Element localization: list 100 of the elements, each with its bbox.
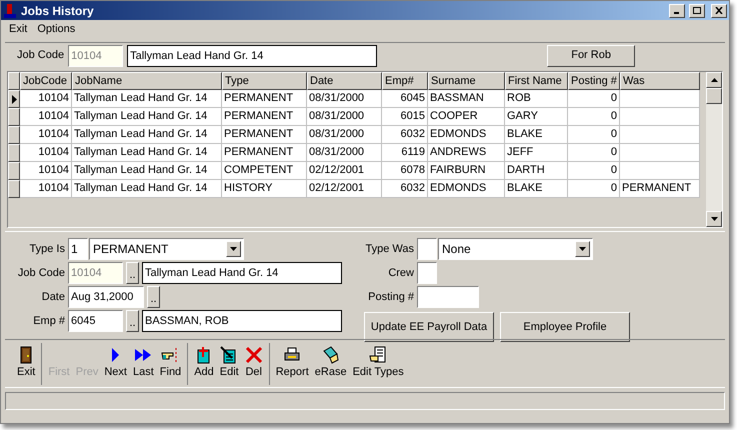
caret-icon (230, 247, 237, 251)
toolbar-button[interactable]: Edit Types (350, 344, 406, 384)
close-button[interactable] (711, 4, 727, 18)
code-field[interactable] (417, 238, 437, 260)
toolbar-button[interactable]: Add (192, 344, 216, 384)
menu-item[interactable]: Exit (5, 21, 32, 38)
table-cell: DARTH (505, 162, 568, 180)
browse-button[interactable]: .. (147, 286, 160, 308)
column-header[interactable]: Was (620, 72, 700, 90)
toolbar-button[interactable]: Report (274, 344, 311, 384)
column-header[interactable]: Surname (428, 72, 505, 90)
document-hand-icon (369, 346, 388, 364)
table-cell: 10104 (20, 126, 72, 144)
row-header[interactable] (8, 108, 20, 126)
dropdown-button[interactable] (575, 241, 590, 257)
dropdown-field[interactable]: PERMANENT (89, 238, 244, 260)
column-header[interactable]: JobName (72, 72, 222, 90)
table-cell: ANDREWS (428, 144, 505, 162)
job-name-field[interactable]: Tallyman Lead Hand Gr. 14 (142, 262, 342, 284)
maximize-button[interactable] (689, 4, 705, 18)
table-cell: BLAKE (505, 180, 568, 198)
column-header[interactable]: Posting # (568, 72, 620, 90)
row-header[interactable] (8, 90, 20, 108)
toolbar-button[interactable]: Find (158, 344, 184, 384)
column-header[interactable]: First Name (505, 72, 568, 90)
field-label: Job Code (17, 48, 64, 64)
play-icon (112, 348, 120, 362)
action-button[interactable]: Update EE Payroll Data (364, 312, 494, 342)
field-label: Date (40, 290, 65, 305)
table-cell: Tallyman Lead Hand Gr. 14 (72, 162, 222, 180)
eraser-icon (322, 346, 340, 364)
current-row-icon (12, 94, 16, 104)
table-cell: 10104 (20, 180, 72, 198)
table-cell: PERMANENT (620, 180, 700, 198)
column-header[interactable]: JobCode (20, 72, 72, 90)
dropdown-button[interactable] (226, 241, 241, 257)
job-name-field[interactable]: Tallyman Lead Hand Gr. 14 (127, 44, 378, 66)
table-cell: 10104 (20, 108, 72, 126)
table-cell: Tallyman Lead Hand Gr. 14 (72, 108, 222, 126)
window-title: Jobs History (21, 2, 95, 20)
table-cell: COMPETENT (222, 162, 307, 180)
table-cell: 08/31/2000 (307, 126, 382, 144)
toolbar-button[interactable]: Del (242, 344, 265, 384)
table-cell: Tallyman Lead Hand Gr. 14 (72, 90, 222, 108)
browse-button[interactable]: .. (126, 262, 139, 284)
date-field[interactable]: Aug 31,2000 (68, 286, 144, 308)
table-cell: COOPER (428, 108, 505, 126)
table-cell: 0 (568, 90, 620, 108)
minimize-button[interactable] (669, 4, 685, 18)
browse-button[interactable]: .. (126, 310, 139, 332)
dropdown-field[interactable]: None (438, 238, 593, 260)
table-cell: 6032 (382, 126, 428, 144)
employee-name-field[interactable]: BASSMAN, ROB (142, 310, 342, 332)
toolbar-button[interactable]: Last (130, 344, 156, 384)
table-cell: 08/31/2000 (307, 90, 382, 108)
vertical-scrollbar[interactable] (706, 72, 722, 227)
job-code-field[interactable]: 10104 (68, 262, 123, 284)
table-cell: 02/12/2001 (307, 162, 382, 180)
menu-item[interactable]: Options (33, 21, 80, 38)
table-cell: 10104 (20, 144, 72, 162)
crew-field[interactable] (417, 262, 437, 284)
toolbar-button[interactable]: Next (102, 344, 129, 384)
row-header[interactable] (8, 162, 20, 180)
table-cell: 0 (568, 162, 620, 180)
table-cell: 08/31/2000 (307, 108, 382, 126)
code-field[interactable]: 1 (68, 238, 88, 260)
scrollbar-thumb[interactable] (706, 88, 722, 104)
table-cell: BLAKE (505, 126, 568, 144)
posting-number-field[interactable] (417, 286, 479, 308)
column-header[interactable]: Type (222, 72, 307, 90)
table-cell: 6119 (382, 144, 428, 162)
field-label: Emp # (32, 314, 65, 329)
toolbar-button[interactable]: Edit (218, 344, 241, 384)
column-header[interactable]: Emp# (382, 72, 428, 90)
app-icon (3, 4, 17, 18)
table-cell: 0 (568, 180, 620, 198)
row-header[interactable] (8, 144, 20, 162)
column-header[interactable]: Date (307, 72, 382, 90)
table-cell: PERMANENT (222, 90, 307, 108)
table-cell: 6078 (382, 162, 428, 180)
toolbar-button[interactable]: Exit (15, 344, 38, 384)
row-header[interactable] (8, 180, 20, 198)
table-cell: 08/31/2000 (307, 144, 382, 162)
table-cell: EDMONDS (428, 126, 505, 144)
table-cell: 02/12/2001 (307, 180, 382, 198)
toolbar-button[interactable]: eRase (312, 344, 349, 384)
table-cell: FAIRBURN (428, 162, 505, 180)
field-label: Posting # (367, 290, 414, 305)
table-cell: Tallyman Lead Hand Gr. 14 (72, 126, 222, 144)
employee-number-field[interactable]: 6045 (68, 310, 123, 332)
scroll-up-icon (710, 78, 718, 82)
field-label: Type Is (28, 242, 65, 257)
scroll-down-icon (710, 217, 718, 221)
close-icon (715, 7, 723, 14)
job-code-field[interactable]: 10104 (68, 44, 124, 66)
for-rob-button[interactable]: For Rob (547, 44, 636, 66)
row-header[interactable] (8, 126, 20, 144)
delete-icon (244, 346, 263, 364)
action-button[interactable]: Employee Profile (500, 312, 630, 342)
table-cell: PERMANENT (222, 144, 307, 162)
